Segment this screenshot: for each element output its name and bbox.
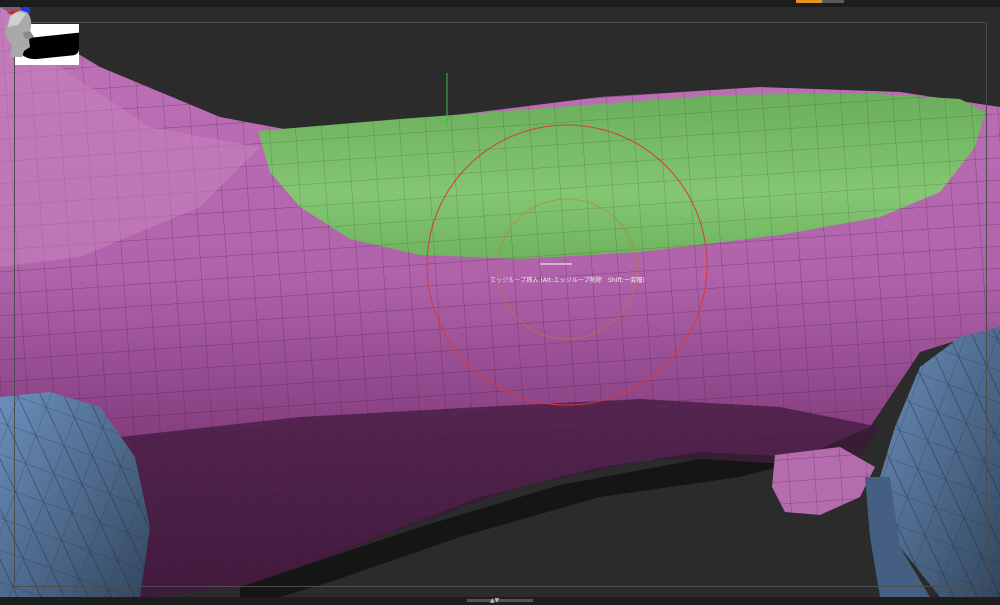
- shelf-grip[interactable]: [467, 599, 533, 602]
- head-orientation-icon[interactable]: [0, 7, 36, 57]
- 3d-viewport[interactable]: エッジループ挿入 (Alt:エッジループ削除 Shift:一変幅): [0, 7, 1000, 597]
- mesh-canvas[interactable]: [0, 7, 1000, 597]
- mesh-shadow: [120, 399, 880, 597]
- grip-arrows-icon[interactable]: ▲▼: [490, 597, 499, 604]
- active-tab-indicator[interactable]: [796, 0, 822, 3]
- bottom-shelf: ▲▼: [0, 597, 1000, 605]
- brush-tooltip: エッジループ挿入 (Alt:エッジループ削除 Shift:一変幅): [490, 277, 645, 284]
- top-toolbar: [0, 0, 1000, 7]
- inactive-tab-indicator[interactable]: [822, 0, 844, 3]
